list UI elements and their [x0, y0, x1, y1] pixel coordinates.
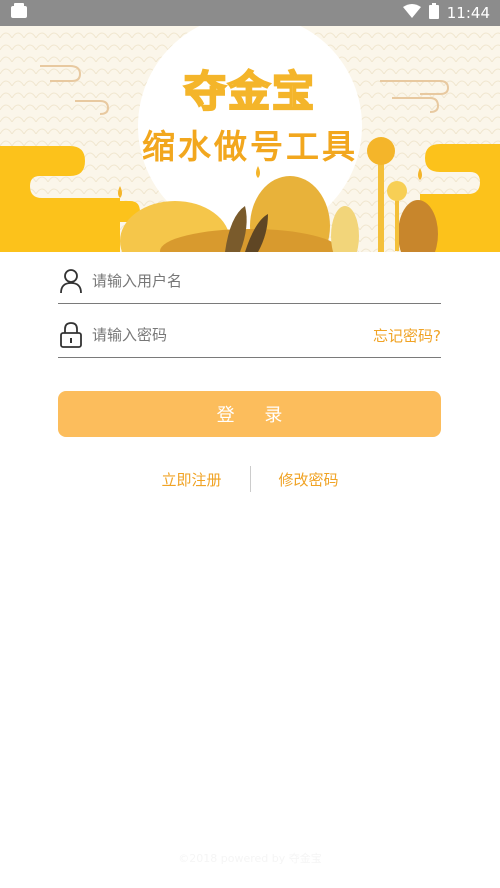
- username-field-row: [58, 259, 441, 304]
- login-button[interactable]: 登 录: [58, 391, 441, 437]
- username-input[interactable]: [92, 272, 441, 290]
- password-field-row: 忘记密码?: [58, 313, 441, 358]
- footer-text: ©2018 powered by 夺金宝: [178, 852, 322, 865]
- banner-title: 夺金宝: [183, 66, 316, 117]
- wifi-icon: [402, 4, 421, 22]
- password-input[interactable]: [92, 326, 374, 344]
- status-bar: 11:44: [0, 0, 500, 26]
- header-banner: 夺金宝 缩水做号工具: [0, 26, 500, 252]
- change-password-link[interactable]: 修改密码: [251, 469, 367, 490]
- register-link[interactable]: 立即注册: [133, 469, 249, 490]
- banner-subtitle: 缩水做号工具: [142, 127, 358, 166]
- battery-icon: [428, 3, 439, 23]
- notification-icon: [10, 3, 28, 23]
- account-links: 立即注册 修改密码: [0, 466, 500, 492]
- user-icon: [58, 268, 84, 294]
- forgot-password-link[interactable]: 忘记密码?: [373, 325, 441, 346]
- status-time: 11:44: [446, 4, 490, 22]
- lock-icon: [58, 322, 84, 348]
